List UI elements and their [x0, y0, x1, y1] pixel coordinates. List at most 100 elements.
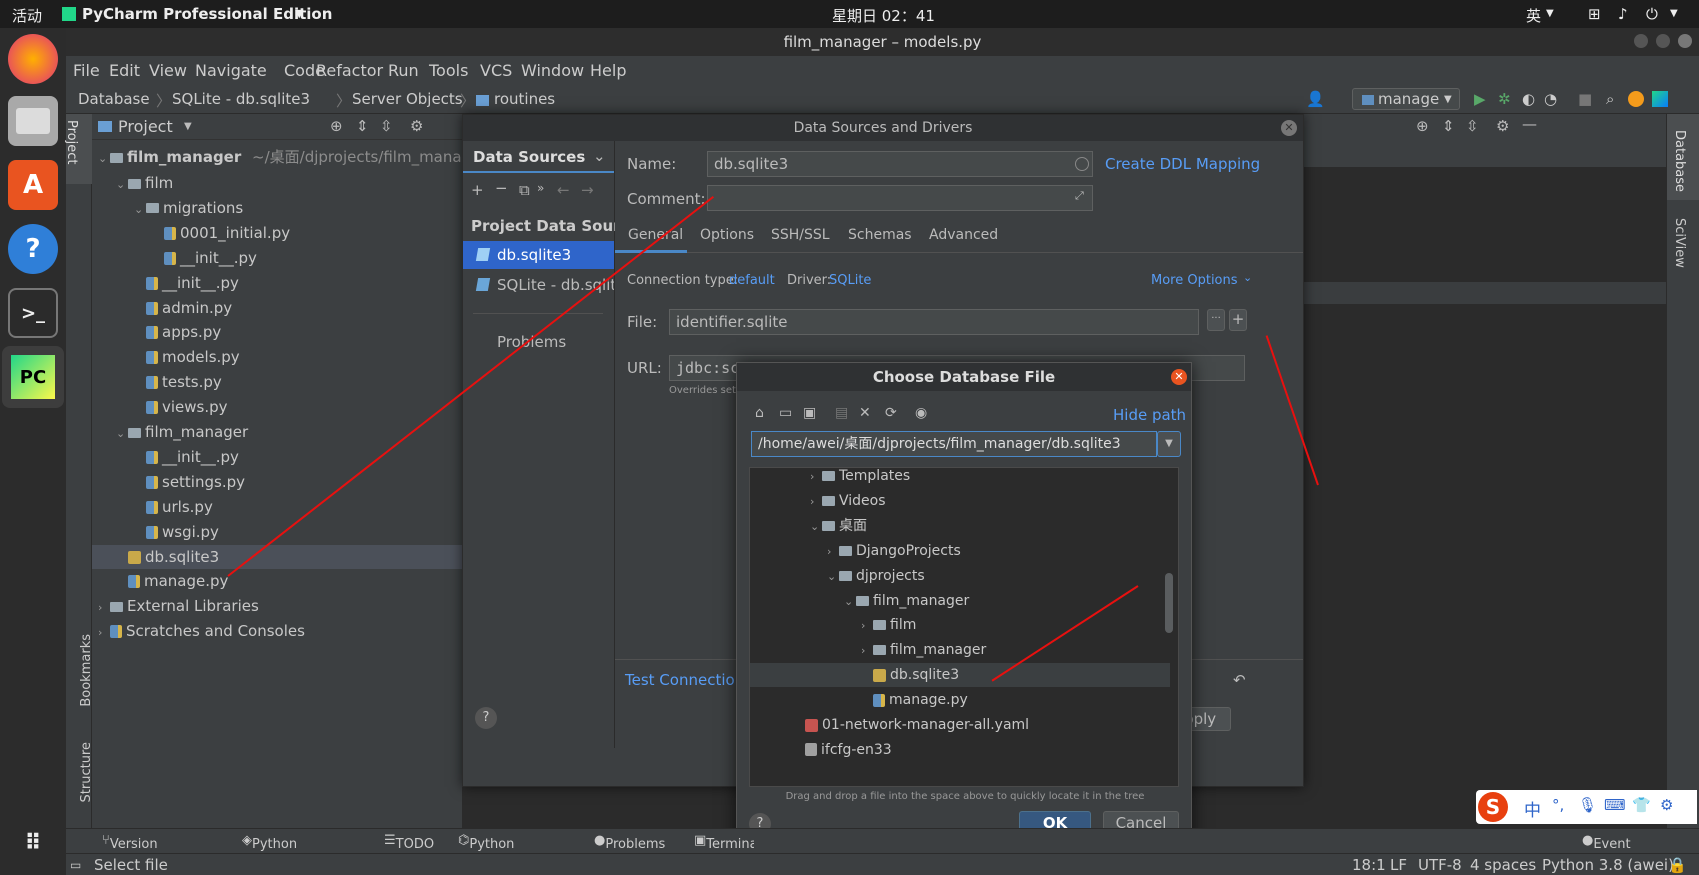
tree-item[interactable]: __init__.py — [92, 246, 462, 270]
profile-icon[interactable]: ◔ — [1544, 90, 1557, 108]
bottom-tab-python-packages[interactable]: ◈ Python Packages — [242, 833, 313, 867]
terminal-icon[interactable]: >_ — [8, 288, 58, 338]
back-icon[interactable]: ← — [557, 181, 570, 199]
tree-item[interactable]: ⌄ film_manager — [92, 420, 462, 444]
locate-icon[interactable]: ⊕ — [1416, 117, 1429, 135]
file-encoding[interactable]: UTF-8 — [1418, 856, 1462, 874]
jetbrains-icon[interactable] — [1652, 91, 1668, 107]
data-sources-tab[interactable]: Data Sources ⌄ — [463, 141, 614, 173]
delete-icon[interactable]: ✕ — [859, 405, 871, 421]
bottom-tab-terminal[interactable]: ▣ Terminal — [694, 833, 754, 848]
close-icon[interactable]: ✕ — [1171, 369, 1187, 385]
expand-icon[interactable]: ⤢ — [1075, 189, 1084, 203]
tree-item[interactable]: ⌄ migrations — [92, 196, 462, 220]
chevron-right-icon[interactable]: › — [861, 614, 873, 638]
tree-item[interactable]: settings.py — [92, 470, 462, 494]
browse-file-button[interactable]: ··· — [1207, 309, 1225, 331]
breadcrumb-database[interactable]: Database — [78, 90, 150, 108]
tree-scrollbar[interactable] — [1165, 573, 1173, 633]
tree-item[interactable]: views.py — [92, 395, 462, 419]
file-tree-item[interactable]: › DjangoProjects — [750, 539, 1170, 563]
clock[interactable]: 星期日 02：41 — [832, 5, 935, 26]
sogou-logo-icon[interactable]: S — [1478, 792, 1508, 822]
run-icon[interactable]: ▶ — [1474, 90, 1486, 108]
line-separator[interactable]: LF — [1390, 856, 1407, 874]
tree-item[interactable]: manage.py — [92, 569, 462, 593]
chevron-down-icon[interactable]: ⌄ — [116, 422, 128, 446]
hide-path-link[interactable]: Hide path — [1113, 406, 1186, 424]
user-icon[interactable]: 👤 — [1306, 90, 1325, 108]
tree-item[interactable]: › Scratches and Consoles — [92, 619, 462, 643]
tab-advanced[interactable]: Advanced — [929, 227, 998, 243]
driver-link[interactable]: SQLite — [829, 273, 871, 288]
path-input[interactable]: /home/awei/桌面/djprojects/film_manager/db… — [751, 431, 1157, 457]
file-tree-item[interactable]: › Videos — [750, 489, 1170, 513]
data-source-item[interactable]: SQLite - db.sqlite — [463, 271, 614, 299]
chevron-right-icon[interactable]: › — [810, 490, 822, 514]
collapse-all-icon[interactable]: ⇳ — [1466, 117, 1479, 135]
gear-icon[interactable]: ⚙ — [1496, 117, 1509, 135]
breadcrumb-datasource[interactable]: SQLite - db.sqlite3 — [172, 90, 310, 108]
tree-root[interactable]: ⌄ film_manager ~/桌面/djprojects/film_manag… — [98, 146, 480, 167]
chevron-down-icon[interactable]: ▼ — [184, 121, 192, 132]
tree-item[interactable]: apps.py — [92, 320, 462, 344]
ime-punctuation[interactable]: °, — [1552, 796, 1564, 814]
ime-mode[interactable]: 中 — [1524, 796, 1541, 821]
menu-edit[interactable]: Edit — [109, 61, 140, 80]
menu-navigate[interactable]: Navigate — [195, 61, 267, 80]
help-icon[interactable]: ? — [8, 224, 58, 274]
file-input[interactable]: identifier.sqlite — [669, 309, 1199, 335]
caret-position[interactable]: 18:1 — [1352, 856, 1386, 874]
bottom-tab-problems[interactable]: ● Problems — [594, 833, 665, 852]
tree-item[interactable]: db.sqlite3 — [92, 544, 462, 569]
chevron-down-icon[interactable]: ⌄ — [827, 565, 839, 589]
name-input[interactable]: db.sqlite3 — [707, 151, 1093, 177]
chevron-down-icon[interactable]: ⌄ — [116, 173, 128, 197]
ime-chevron-icon[interactable]: ▼ — [1546, 8, 1554, 19]
software-center-icon[interactable]: A — [8, 160, 58, 210]
comment-input[interactable] — [707, 185, 1093, 211]
tree-item[interactable]: wsgi.py — [92, 520, 462, 544]
new-folder-icon[interactable]: ▤ — [835, 405, 848, 421]
file-tree-item[interactable]: › film — [750, 613, 1170, 637]
bottom-tab-todo[interactable]: ☰ TODO — [384, 833, 434, 852]
home-icon[interactable]: ⌂ — [755, 405, 764, 421]
menu-run[interactable]: Run — [388, 61, 419, 80]
debug-icon[interactable]: ✲ — [1498, 90, 1511, 108]
refresh-icon[interactable]: ⟳ — [885, 405, 897, 421]
show-applications-icon[interactable]: ⠿ — [8, 818, 58, 868]
chevron-right-icon[interactable]: › — [98, 621, 110, 645]
expand-all-icon[interactable]: ⇕ — [356, 117, 369, 135]
tree-item[interactable]: admin.py — [92, 296, 462, 320]
firefox-icon[interactable] — [8, 34, 58, 84]
menu-tools[interactable]: Tools — [429, 61, 468, 80]
breadcrumb-routines[interactable]: routines — [494, 90, 555, 108]
app-menu-chevron-icon[interactable]: ▼ — [295, 7, 303, 20]
menu-window[interactable]: Window — [521, 61, 584, 80]
add-file-button[interactable]: + — [1229, 309, 1247, 331]
hide-panel-icon[interactable]: — — [1522, 115, 1537, 133]
collapse-all-icon[interactable]: ⇳ — [380, 117, 393, 135]
skin-icon[interactable]: 👕 — [1632, 796, 1651, 814]
more-options-link[interactable]: More Options — [1151, 273, 1238, 288]
tree-item[interactable]: ⌄ film — [92, 171, 462, 195]
connection-type-link[interactable]: default — [729, 273, 775, 288]
chevron-down-icon[interactable]: ⌄ — [810, 515, 822, 539]
chevron-down-icon[interactable]: ⌄ — [98, 152, 110, 165]
ime-settings-icon[interactable]: ⚙ — [1660, 796, 1673, 814]
tab-options[interactable]: Options — [700, 227, 754, 243]
bottom-tab-version-control[interactable]: ⑂ Version Control — [102, 833, 158, 867]
tab-ssh-ssl[interactable]: SSH/SSL — [771, 227, 830, 243]
remove-icon[interactable]: − — [495, 179, 508, 197]
status-toggle-icon[interactable]: ▭ — [70, 858, 81, 872]
forward-icon[interactable]: → — [581, 181, 594, 199]
add-icon[interactable]: + — [471, 181, 484, 199]
volume-icon[interactable]: ♪ — [1618, 5, 1628, 23]
sciview-tool-label[interactable]: SciView — [1672, 218, 1687, 268]
tree-item[interactable]: tests.py — [92, 370, 462, 394]
tab-schemas[interactable]: Schemas — [848, 227, 912, 243]
minimize-icon[interactable] — [1634, 34, 1648, 48]
menu-file[interactable]: File — [73, 61, 100, 80]
system-menu-chevron-icon[interactable]: ▼ — [1670, 8, 1678, 19]
path-history-dropdown[interactable]: ▼ — [1157, 431, 1181, 457]
